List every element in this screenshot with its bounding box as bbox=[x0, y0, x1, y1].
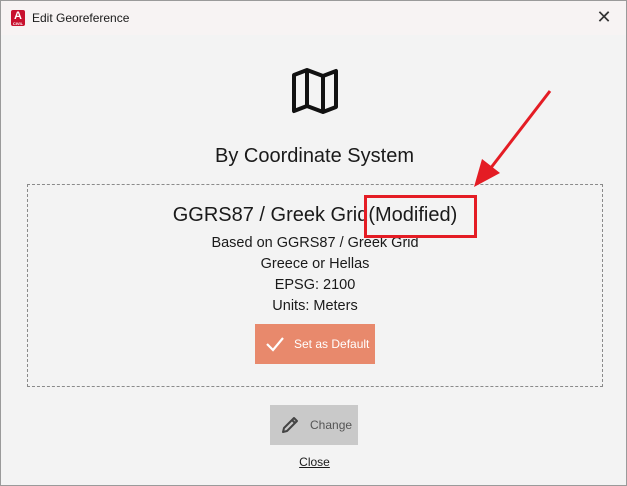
window-title: Edit Georeference bbox=[32, 11, 130, 25]
title-bar: A CIVIL Edit Georeference ✕ bbox=[1, 1, 626, 35]
units-text: Units: Meters bbox=[272, 298, 358, 314]
close-link[interactable]: Close bbox=[299, 455, 330, 469]
map-icon bbox=[292, 68, 338, 114]
set-as-default-button[interactable]: Set as Default bbox=[255, 324, 375, 364]
crs-title: GGRS87 / Greek Grid(Modified) bbox=[28, 204, 602, 227]
close-icon[interactable]: ✕ bbox=[594, 7, 614, 27]
app-icon: A CIVIL bbox=[11, 10, 25, 26]
checkmark-icon bbox=[266, 337, 284, 352]
pencil-icon bbox=[282, 417, 298, 433]
close-link-row: Close bbox=[2, 455, 627, 469]
set-as-default-label: Set as Default bbox=[294, 337, 370, 351]
annotation-arrow-icon bbox=[474, 90, 552, 187]
based-on-text: Based on GGRS87 / Greek Grid bbox=[211, 235, 419, 251]
edit-georeference-dialog: A CIVIL Edit Georeference ✕ By Coordinat… bbox=[0, 0, 627, 486]
change-label: Change bbox=[310, 418, 353, 432]
region-text: Greece or Hellas bbox=[260, 256, 370, 272]
coordinate-system-panel: GGRS87 / Greek Grid(Modified) Based on G… bbox=[27, 184, 603, 387]
modified-highlight-box bbox=[364, 195, 477, 238]
app-icon-sub: CIVIL bbox=[12, 21, 24, 26]
epsg-text: EPSG: 2100 bbox=[274, 277, 356, 293]
change-button[interactable]: Change bbox=[270, 405, 358, 445]
crs-name: GGRS87 / Greek Grid bbox=[172, 204, 369, 226]
